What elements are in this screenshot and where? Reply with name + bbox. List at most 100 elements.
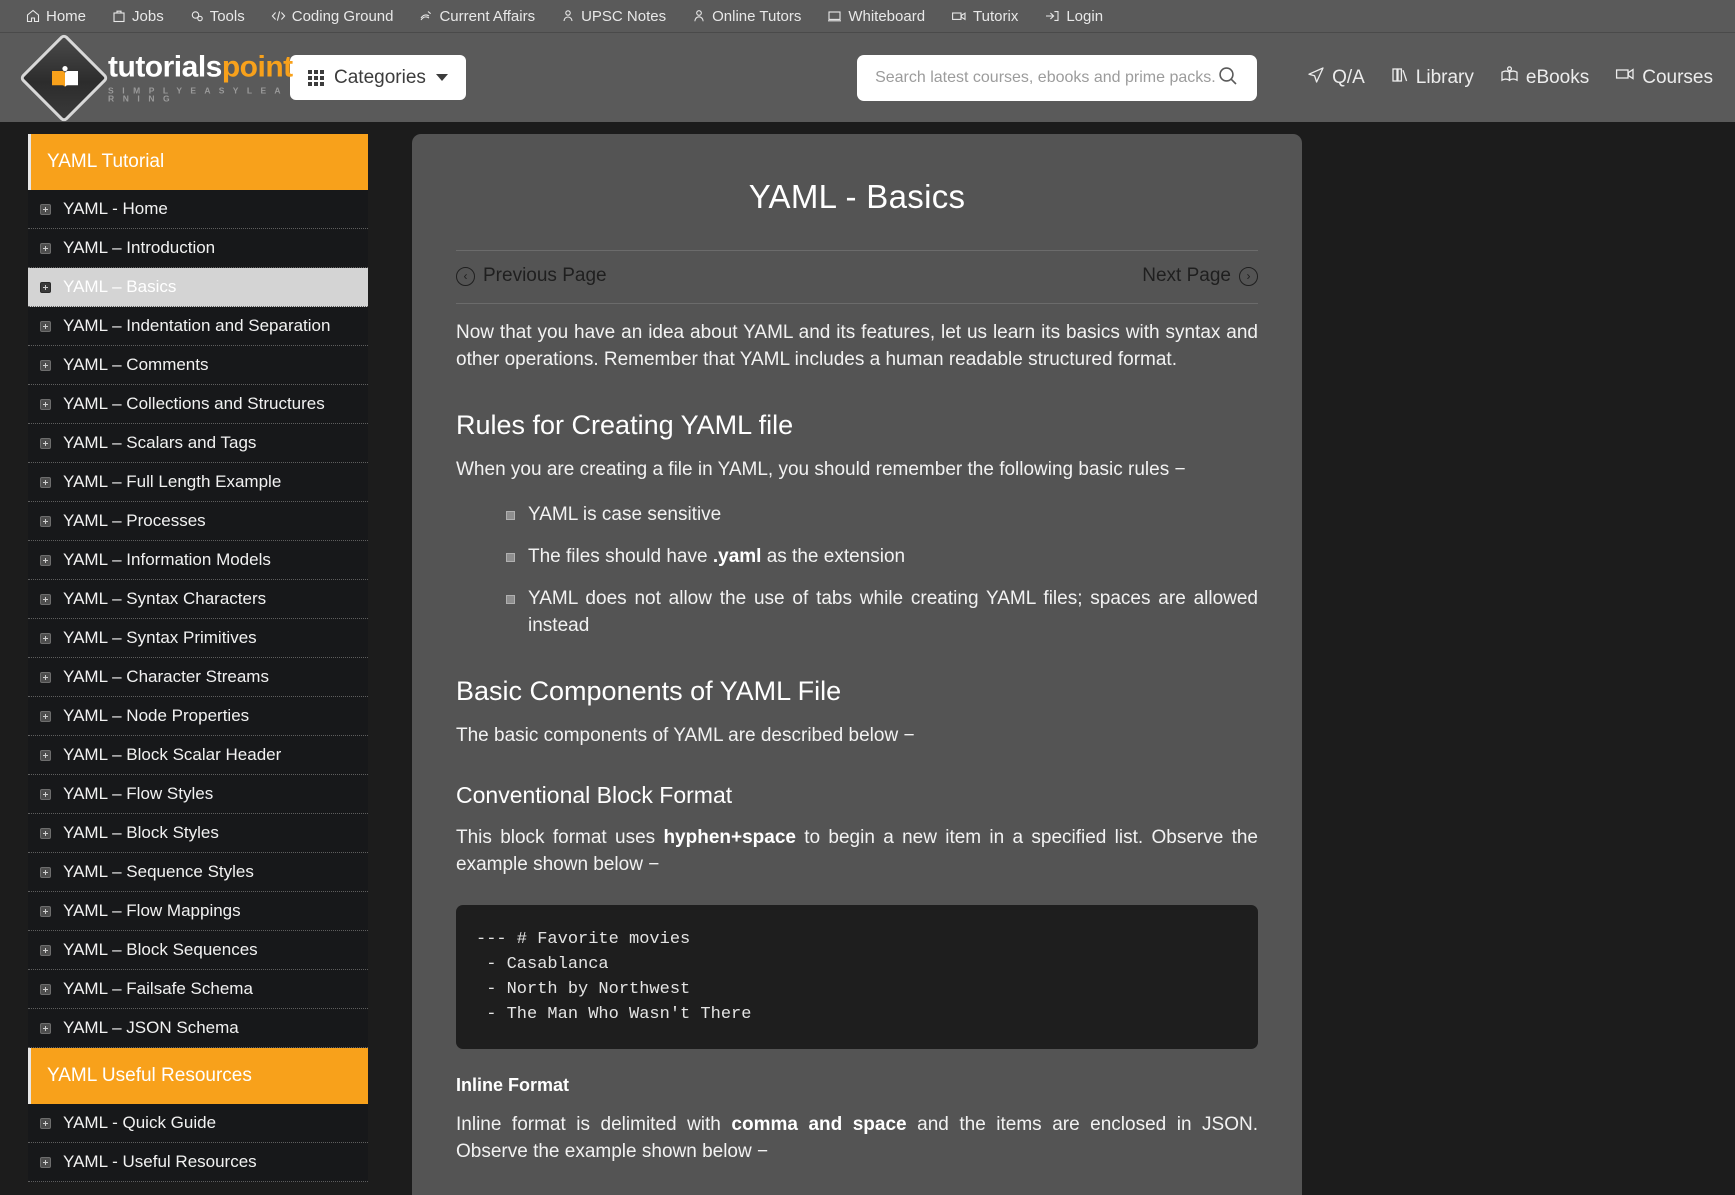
sidebar-item-label: YAML – Scalars and Tags bbox=[63, 433, 257, 452]
square-bullet-icon bbox=[506, 594, 515, 604]
topbar-item-tools[interactable]: Tools bbox=[190, 9, 245, 24]
sidebar-item-yaml-processes[interactable]: YAML – Processes bbox=[28, 502, 368, 541]
send-icon bbox=[1307, 66, 1325, 90]
topbar-label: Tutorix bbox=[973, 7, 1019, 25]
sidebar-item-yaml-character-streams[interactable]: YAML – Character Streams bbox=[28, 658, 368, 697]
rules-list: YAML is case sensitive The files should h… bbox=[456, 502, 1258, 640]
sidebar-list-resources: YAML - Quick Guide YAML - Useful Resource… bbox=[28, 1104, 368, 1182]
search-input[interactable] bbox=[875, 68, 1216, 87]
header-link-label: Q/A bbox=[1332, 66, 1365, 88]
topbar-item-coding-ground[interactable]: Coding Ground bbox=[271, 9, 393, 24]
plus-square-icon bbox=[40, 905, 51, 917]
topbar-label: Login bbox=[1066, 7, 1104, 25]
inline-format-paragraph: Inline format is delimited with comma an… bbox=[456, 1112, 1258, 1166]
intro-paragraph: Now that you have an idea about YAML and… bbox=[456, 322, 1258, 370]
plus-square-icon bbox=[40, 203, 51, 215]
search-button[interactable] bbox=[1215, 65, 1241, 90]
sidebar-item-label: YAML – Character Streams bbox=[63, 667, 269, 686]
sidebar-item-yaml-block-scalar-header[interactable]: YAML – Block Scalar Header bbox=[28, 736, 368, 775]
sidebar-item-label: YAML – Syntax Primitives bbox=[63, 628, 257, 647]
previous-page-link[interactable]: ‹ Previous Page bbox=[456, 265, 607, 287]
plus-square-icon bbox=[40, 242, 51, 254]
topbar-item-home[interactable]: Home bbox=[26, 9, 86, 24]
sidebar-item-yaml-block-sequences[interactable]: YAML – Block Sequences bbox=[28, 931, 368, 970]
sidebar-item-yaml-full-length-example[interactable]: YAML – Full Length Example bbox=[28, 463, 368, 502]
topbar-item-upsc-notes[interactable]: UPSC Notes bbox=[561, 9, 666, 24]
header-right-group: Q/A Library eBooks Courses bbox=[857, 54, 1713, 101]
chevron-down-icon bbox=[435, 74, 448, 81]
sidebar-item-yaml-indentation-and-separation[interactable]: YAML – Indentation and Separation bbox=[28, 307, 368, 346]
gear-icon bbox=[190, 9, 204, 23]
topbar-item-online-tutors[interactable]: Online Tutors bbox=[692, 9, 801, 24]
sidebar-list-tutorial: YAML - Home YAML – Introduction YAML – Bas… bbox=[28, 190, 368, 1048]
rule-item: YAML is case sensitive bbox=[506, 502, 1258, 529]
topbar-item-whiteboard[interactable]: Whiteboard bbox=[827, 9, 925, 24]
topbar-item-tutorix[interactable]: Tutorix bbox=[951, 9, 1018, 24]
sidebar-item-label: YAML - Home bbox=[63, 199, 168, 218]
sidebar-item-yaml-comments[interactable]: YAML – Comments bbox=[28, 346, 368, 385]
sidebar-item-yaml-home[interactable]: YAML - Home bbox=[28, 190, 368, 229]
topbar-item-login[interactable]: Login bbox=[1044, 9, 1103, 24]
sidebar-item-yaml-quick-guide[interactable]: YAML - Quick Guide bbox=[28, 1104, 368, 1143]
chevron-right-circle-icon: › bbox=[1239, 266, 1258, 286]
books-icon bbox=[1391, 66, 1409, 90]
header-link-qa[interactable]: Q/A bbox=[1307, 66, 1365, 90]
sidebar-item-label: YAML – Syntax Characters bbox=[63, 589, 267, 608]
sidebar-item-label: YAML – Flow Styles bbox=[63, 784, 214, 803]
sidebar-item-yaml-useful-resources[interactable]: YAML - Useful Resources bbox=[28, 1143, 368, 1182]
sidebar-item-yaml-information-models[interactable]: YAML – Information Models bbox=[28, 541, 368, 580]
code-icon bbox=[271, 9, 286, 23]
sidebar-item-yaml-introduction[interactable]: YAML – Introduction bbox=[28, 229, 368, 268]
plus-square-icon bbox=[40, 320, 51, 332]
previous-page-label: Previous Page bbox=[483, 265, 607, 286]
plus-square-icon bbox=[40, 398, 51, 410]
sidebar-item-yaml-syntax-primitives[interactable]: YAML – Syntax Primitives bbox=[28, 619, 368, 658]
sidebar-item-label: YAML – Comments bbox=[63, 355, 209, 374]
topbar-item-current-affairs[interactable]: Current Affairs bbox=[419, 9, 535, 24]
header-link-ebooks[interactable]: eBooks bbox=[1500, 65, 1589, 90]
sidebar-item-yaml-node-properties[interactable]: YAML – Node Properties bbox=[28, 697, 368, 736]
next-page-link[interactable]: Next Page › bbox=[1142, 265, 1258, 287]
sidebar-item-yaml-scalars-and-tags[interactable]: YAML – Scalars and Tags bbox=[28, 424, 368, 463]
plus-square-icon bbox=[40, 554, 51, 566]
pager-nav: ‹ Previous Page Next Page › bbox=[456, 251, 1258, 303]
next-page-label: Next Page bbox=[1142, 265, 1231, 286]
sidebar-item-yaml-basics[interactable]: YAML – Basics bbox=[28, 268, 368, 307]
sidebar-item-yaml-sequence-styles[interactable]: YAML – Sequence Styles bbox=[28, 853, 368, 892]
plus-square-icon bbox=[40, 1022, 51, 1034]
sidebar-item-yaml-flow-styles[interactable]: YAML – Flow Styles bbox=[28, 775, 368, 814]
sidebar-item-label: YAML – Sequence Styles bbox=[63, 862, 254, 881]
sidebar-item-label: YAML – Block Sequences bbox=[63, 940, 258, 959]
person-icon bbox=[692, 9, 706, 23]
rules-heading: Rules for Creating YAML file bbox=[456, 409, 794, 440]
sidebar-item-label: YAML - Quick Guide bbox=[63, 1113, 217, 1132]
login-icon bbox=[1044, 9, 1060, 23]
plus-square-icon bbox=[40, 866, 51, 878]
header-link-library[interactable]: Library bbox=[1391, 66, 1474, 90]
sidebar-item-label: YAML – Information Models bbox=[63, 550, 271, 569]
search-box[interactable] bbox=[857, 54, 1258, 101]
header-link-courses[interactable]: Courses bbox=[1615, 66, 1713, 90]
categories-label: Categories bbox=[334, 66, 426, 88]
monitor-icon bbox=[1615, 66, 1635, 90]
plus-square-icon bbox=[40, 281, 51, 293]
logo-tagline: S I M P L Y E A S Y L E A R N I N G bbox=[108, 85, 284, 104]
sidebar-item-yaml-flow-mappings[interactable]: YAML – Flow Mappings bbox=[28, 892, 368, 931]
sidebar-item-yaml-failsafe-schema[interactable]: YAML – Failsafe Schema bbox=[28, 970, 368, 1009]
categories-button[interactable]: Categories bbox=[290, 55, 466, 100]
rules-intro: When you are creating a file in YAML, yo… bbox=[456, 458, 1186, 480]
sidebar-section-title-tutorial: YAML Tutorial bbox=[28, 134, 368, 190]
sidebar-item-yaml-syntax-characters[interactable]: YAML – Syntax Characters bbox=[28, 580, 368, 619]
open-book-icon bbox=[1500, 65, 1519, 90]
search-icon bbox=[1217, 65, 1239, 90]
plus-square-icon bbox=[40, 515, 51, 527]
whiteboard-icon bbox=[827, 9, 842, 23]
rule-item: The files should have .yaml as the exten… bbox=[506, 544, 1258, 571]
sidebar-item-yaml-json-schema[interactable]: YAML – JSON Schema bbox=[28, 1009, 368, 1048]
sidebar-item-yaml-block-styles[interactable]: YAML – Block Styles bbox=[28, 814, 368, 853]
plus-square-icon bbox=[40, 593, 51, 605]
sidebar-item-yaml-collections-and-structures[interactable]: YAML – Collections and Structures bbox=[28, 385, 368, 424]
site-logo[interactable]: tutorialspoint S I M P L Y E A S Y L E A… bbox=[18, 32, 293, 123]
topbar-item-jobs[interactable]: Jobs bbox=[112, 9, 164, 24]
top-utility-bar: Home Jobs Tools Coding Ground Current Af… bbox=[0, 0, 1735, 33]
